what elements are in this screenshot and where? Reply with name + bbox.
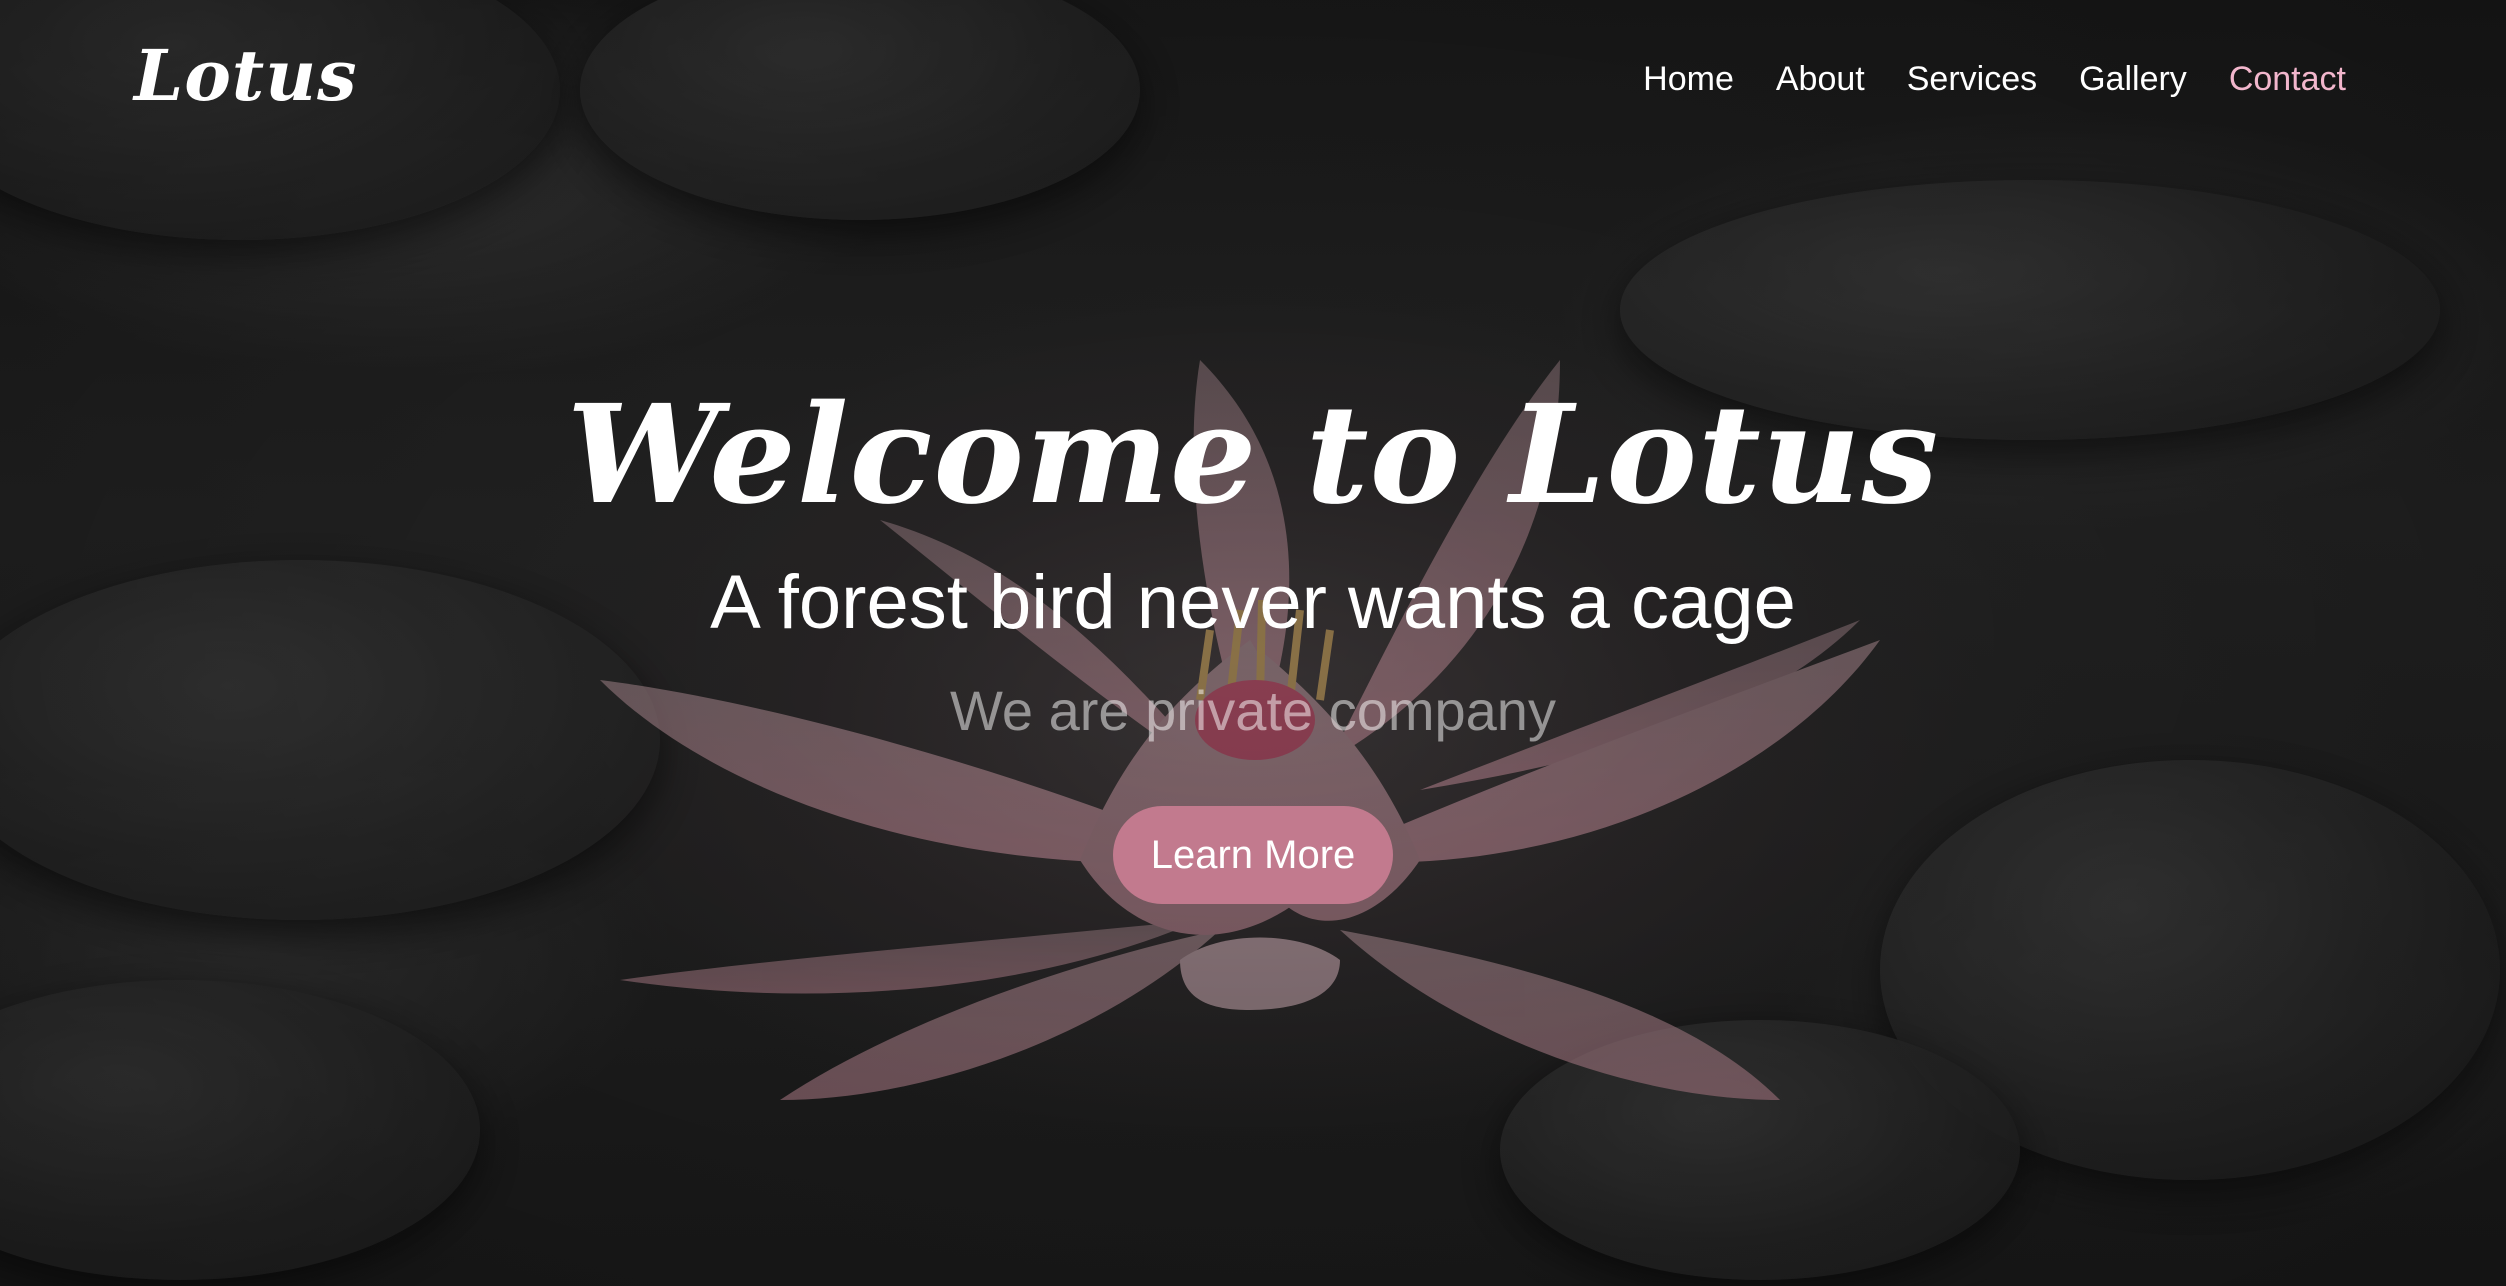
brand-logo[interactable]: Lotus: [134, 34, 358, 117]
hero-tagline: A forest bird never wants a cage: [710, 560, 1796, 645]
hero-title: Welcome to Lotus: [566, 375, 1940, 535]
hero-content: Welcome to Lotus A forest bird never wan…: [0, 370, 2506, 904]
nav-item-services[interactable]: Services: [1907, 60, 2037, 99]
main-nav: Home About Services Gallery Contact: [1643, 60, 2346, 99]
hero-subline: We are private company: [950, 679, 1556, 742]
nav-item-gallery[interactable]: Gallery: [2079, 60, 2187, 99]
learn-more-button[interactable]: Learn More: [1112, 806, 1394, 904]
nav-item-home[interactable]: Home: [1643, 60, 1734, 99]
hero-section: Lotus Home About Services Gallery Contac…: [0, 0, 2506, 1286]
nav-item-about[interactable]: About: [1776, 60, 1865, 99]
nav-item-contact[interactable]: Contact: [2229, 60, 2346, 99]
